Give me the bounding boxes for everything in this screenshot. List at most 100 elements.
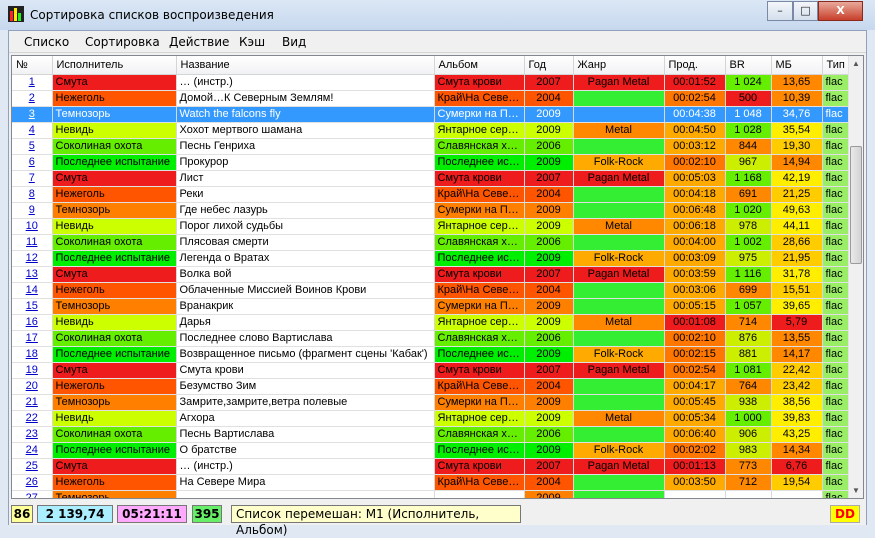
table-row[interactable]: 14 Нежеголь Облаченные Миссией Воинов Кров… xyxy=(12,282,851,299)
table-row[interactable]: 12 Последнее испытание Легенда о Вратах Пос… xyxy=(12,250,851,267)
minimize-button[interactable]: – xyxy=(767,1,793,21)
cell-number[interactable]: 6 xyxy=(12,154,53,171)
playlist-grid[interactable]: № Исполнитель Название Альбом Год Жанр П… xyxy=(11,55,864,499)
cell-number[interactable]: 13 xyxy=(12,266,53,283)
cell-number[interactable]: 9 xyxy=(12,202,53,219)
cell-number[interactable]: 7 xyxy=(12,170,53,187)
col-type-header[interactable]: Тип xyxy=(822,56,851,75)
table-row[interactable]: 17 Соколиная охота Последнее слово Вартисл… xyxy=(12,330,851,347)
cell-number[interactable]: 14 xyxy=(12,282,53,299)
table-row[interactable]: 24 Последнее испытание О братстве Последнее… xyxy=(12,442,851,459)
cell-year: 2009 xyxy=(524,106,574,123)
table-row[interactable]: 1 Смута… (инстр.) Смута крови 2007 Pagan Met… xyxy=(12,74,851,91)
cell-number[interactable]: 3 xyxy=(12,106,53,123)
cell-number[interactable]: 20 xyxy=(12,378,53,395)
cell-number[interactable]: 23 xyxy=(12,426,53,443)
cell-number[interactable]: 16 xyxy=(12,314,53,331)
table-row[interactable]: 2 Нежеголь Домой…К Северным Землям! Край\На… xyxy=(12,90,851,107)
cell-bitrate: 714 xyxy=(725,314,772,331)
cell-bitrate: 844 xyxy=(725,138,772,155)
cell-artist: Смута xyxy=(52,74,177,91)
table-row[interactable]: 20 Нежеголь Безумство Зим Край\На Север… 200… xyxy=(12,378,851,395)
table-row[interactable]: 21 Темнозорь Замрите,замрите,ветра полевые… xyxy=(12,394,851,411)
cell-number[interactable]: 18 xyxy=(12,346,53,363)
col-artist-header[interactable]: Исполнитель xyxy=(52,56,177,75)
col-genre-header[interactable]: Жанр xyxy=(573,56,665,75)
table-row[interactable]: 23 Соколиная охота Песнь Вартислава Славянс… xyxy=(12,426,851,443)
table-row[interactable]: 11 Соколиная охота Плясовая смерти Славянск… xyxy=(12,234,851,251)
table-row[interactable]: 26 Нежеголь На Севере Мира Край\На Север… 20… xyxy=(12,474,851,491)
cell-duration: 00:03:59 xyxy=(664,266,726,283)
col-size-header[interactable]: МБ xyxy=(771,56,823,75)
scroll-up-icon[interactable]: ▲ xyxy=(849,56,863,71)
col-year-header[interactable]: Год xyxy=(524,56,574,75)
scroll-down-icon[interactable]: ▼ xyxy=(849,483,863,498)
cell-number[interactable]: 8 xyxy=(12,186,53,203)
cell-genre: Metal xyxy=(573,122,665,139)
cell-artist: Невидь xyxy=(52,314,177,331)
cell-album: Славянская х… xyxy=(434,330,525,347)
cell-year: 2009 xyxy=(524,394,574,411)
menu-view[interactable]: Вид xyxy=(282,35,306,49)
cell-album: Последнее ис… xyxy=(434,250,525,267)
close-button[interactable]: X xyxy=(818,1,863,21)
cell-number[interactable]: 17 xyxy=(12,330,53,347)
menu-sort[interactable]: Сортировка xyxy=(85,35,160,49)
col-bitrate-header[interactable]: BR xyxy=(725,56,772,75)
table-row[interactable]: 19 Смута Смута крови Смута крови 2007 Pagan M… xyxy=(12,362,851,379)
cell-number[interactable]: 21 xyxy=(12,394,53,411)
table-row[interactable]: 5 Соколиная охота Песнь Генриха Славянская … xyxy=(12,138,851,155)
table-row[interactable]: 22 Невидь Агхора Янтарное сер… 2009 Metal 00:0… xyxy=(12,410,851,427)
col-album-header[interactable]: Альбом xyxy=(434,56,525,75)
scroll-thumb[interactable] xyxy=(850,146,862,264)
cell-artist: Нежеголь xyxy=(52,282,177,299)
table-row[interactable]: 25 Смута… (инстр.) Смута крови 2007 Pagan Me… xyxy=(12,458,851,475)
menu-list[interactable]: Списко xyxy=(24,35,69,49)
table-row[interactable]: 8 Нежеголь Реки Край\На Север… 2004 00:04:18 6… xyxy=(12,186,851,203)
table-row[interactable]: 16 Невидь Дарья Янтарное сер… 2009 Metal 00:01… xyxy=(12,314,851,331)
cell-number[interactable]: 10 xyxy=(12,218,53,235)
table-row[interactable]: 3 Темнозорь Watch the falcons fly Сумерки н… xyxy=(12,106,851,123)
cell-bitrate: 881 xyxy=(725,346,772,363)
cell-duration: 00:05:34 xyxy=(664,410,726,427)
cell-artist: Темнозорь xyxy=(52,490,177,498)
cell-number[interactable]: 15 xyxy=(12,298,53,315)
table-row[interactable]: 6 Последнее испытание Прокурор Последнее ис… xyxy=(12,154,851,171)
table-row[interactable]: 18 Последнее испытание Возвращенное письмо… xyxy=(12,346,851,363)
cell-number[interactable]: 2 xyxy=(12,90,53,107)
cell-number[interactable]: 1 xyxy=(12,74,53,91)
cell-type: flac xyxy=(822,266,851,283)
vertical-scrollbar[interactable]: ▲ ▼ xyxy=(848,56,863,498)
cell-number[interactable]: 12 xyxy=(12,250,53,267)
menu-cache[interactable]: Кэш xyxy=(239,35,265,49)
cell-number[interactable]: 24 xyxy=(12,442,53,459)
cell-number[interactable]: 11 xyxy=(12,234,53,251)
cell-year: 2004 xyxy=(524,378,574,395)
cell-number[interactable]: 4 xyxy=(12,122,53,139)
cell-year: 2009 xyxy=(524,218,574,235)
table-row[interactable]: 10 Невидь Порог лихой судьбы Янтарное сер… 2… xyxy=(12,218,851,235)
col-number-header[interactable]: № xyxy=(12,56,53,75)
cell-number[interactable]: 5 xyxy=(12,138,53,155)
title-bar: Сортировка списков воспроизведения – □ X xyxy=(0,0,875,30)
table-row[interactable]: 9 Темнозорь Где небес лазурь Сумерки на П… 2… xyxy=(12,202,851,219)
cell-year: 2009 xyxy=(524,490,574,498)
table-row[interactable]: 4 Невидь Хохот мертвого шамана Янтарное сер… xyxy=(12,122,851,139)
table-row[interactable]: 7 Смута Лист Смута крови 2007 Pagan Metal 00:0… xyxy=(12,170,851,187)
cell-title: Прокурор xyxy=(176,154,435,171)
table-row[interactable]: 15 Темнозорь Вранакрик Сумерки на П… 2009 00:… xyxy=(12,298,851,315)
maximize-button[interactable]: □ xyxy=(793,1,818,21)
cell-duration: 00:03:12 xyxy=(664,138,726,155)
dd-badge[interactable]: DD xyxy=(830,505,860,523)
cell-number[interactable]: 27 xyxy=(12,490,53,498)
cell-title: Безумство Зим xyxy=(176,378,435,395)
table-row[interactable]: 13 Смута Волка вой Смута крови 2007 Pagan Met… xyxy=(12,266,851,283)
cell-number[interactable]: 25 xyxy=(12,458,53,475)
cell-number[interactable]: 26 xyxy=(12,474,53,491)
col-duration-header[interactable]: Прод. xyxy=(664,56,726,75)
table-row[interactable]: 27 Темнозорь 2009 flac xyxy=(12,490,851,498)
cell-number[interactable]: 19 xyxy=(12,362,53,379)
cell-number[interactable]: 22 xyxy=(12,410,53,427)
col-title-header[interactable]: Название xyxy=(176,56,435,75)
menu-action[interactable]: Действие xyxy=(169,35,229,49)
